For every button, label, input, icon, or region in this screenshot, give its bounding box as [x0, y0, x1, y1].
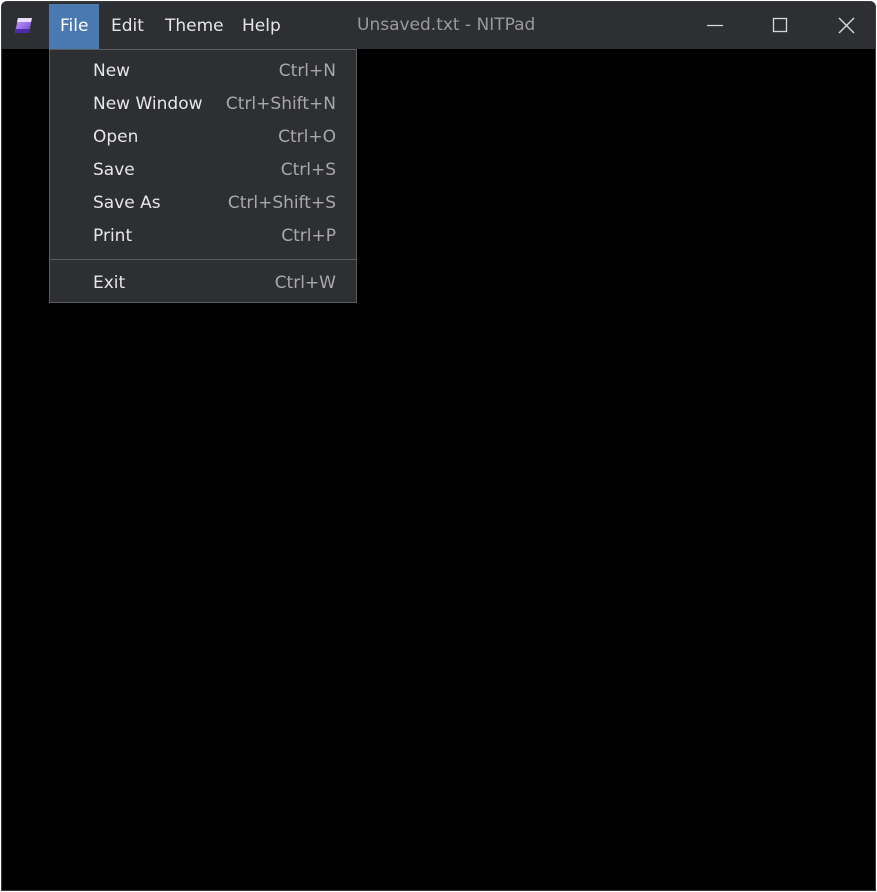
menu-item-new[interactable]: New Ctrl+N [50, 55, 356, 88]
menu-help[interactable]: Help [231, 4, 292, 49]
menu-file[interactable]: File [49, 4, 100, 49]
menu-item-label: Save [93, 160, 135, 180]
menu-item-shortcut: Ctrl+P [281, 226, 336, 246]
window-title: Unsaved.txt - NITPad [357, 15, 536, 35]
minimize-button[interactable] [681, 2, 747, 49]
menu-edit[interactable]: Edit [100, 4, 155, 49]
menu-item-save-as[interactable]: Save As Ctrl+Shift+S [50, 187, 356, 220]
minimize-icon [707, 24, 723, 27]
menu-item-shortcut: Ctrl+Shift+N [225, 94, 336, 114]
menu-item-label: Save As [93, 193, 161, 213]
file-menu-dropdown: New Ctrl+N New Window Ctrl+Shift+N Open … [49, 49, 357, 303]
menu-item-label: Open [93, 127, 139, 147]
menu-theme[interactable]: Theme [154, 4, 235, 49]
menu-item-shortcut: Ctrl+W [274, 273, 336, 293]
notepad-app-icon[interactable] [13, 16, 35, 36]
menu-item-shortcut: Ctrl+N [278, 61, 336, 81]
menu-item-new-window[interactable]: New Window Ctrl+Shift+N [50, 88, 356, 121]
menu-item-print[interactable]: Print Ctrl+P [50, 220, 356, 253]
menu-item-exit[interactable]: Exit Ctrl+W [50, 267, 356, 300]
menu-item-shortcut: Ctrl+S [280, 160, 336, 180]
title-bar[interactable]: File Edit Theme Help Unsaved.txt - NITPa… [2, 2, 875, 49]
close-icon [838, 17, 855, 34]
close-button[interactable] [813, 2, 875, 49]
menu-item-shortcut: Ctrl+O [278, 127, 336, 147]
menu-item-label: Exit [93, 273, 126, 293]
menu-item-save[interactable]: Save Ctrl+S [50, 154, 356, 187]
maximize-icon [772, 17, 788, 33]
menu-item-open[interactable]: Open Ctrl+O [50, 121, 356, 154]
maximize-button[interactable] [747, 2, 813, 49]
menu-item-label: New Window [93, 94, 203, 114]
app-window: File Edit Theme Help Unsaved.txt - NITPa… [1, 1, 876, 891]
menu-item-label: New [93, 61, 131, 81]
menu-item-shortcut: Ctrl+Shift+S [227, 193, 336, 213]
menu-separator [50, 259, 356, 260]
menu-item-label: Print [93, 226, 133, 246]
